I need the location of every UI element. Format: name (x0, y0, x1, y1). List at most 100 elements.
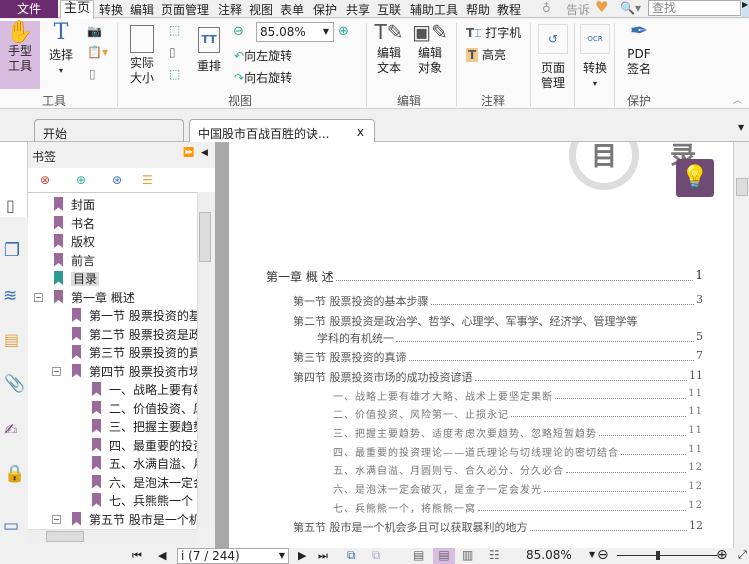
last-page-icon[interactable]: ⏭ (318, 549, 328, 563)
bookmark-vertical-scrollbar[interactable] (197, 192, 212, 529)
lock-icon[interactable]: 🔒 (4, 464, 25, 484)
select-button[interactable]: T 选择 ▾ (44, 22, 78, 78)
zoom-slider-handle[interactable] (656, 551, 660, 560)
status-zoom-in-icon[interactable]: ⊕ (716, 547, 728, 563)
toc-entry[interactable]: 五、水满自溢、月圆则亏、合久必分、分久必合 12 (333, 462, 703, 477)
go-to-bookmark-icon[interactable]: ⊛ (112, 173, 122, 187)
convert-button[interactable]: OCR 转换 ▾ (579, 24, 611, 91)
menu-item[interactable]: 页面管理 (161, 1, 209, 18)
bookmark-item[interactable]: 四、最重要的投资理论 (92, 437, 197, 455)
page-thumbnail-icon[interactable]: ▯ (6, 196, 15, 215)
zoom-select[interactable]: 85.08% ▼ (256, 22, 334, 42)
next-view-icon[interactable]: ⧉ (372, 548, 381, 563)
snapshot-icon[interactable]: 📷 (87, 24, 102, 38)
actual-size-button[interactable]: 实际 大小 (126, 25, 158, 86)
bookmark-item[interactable]: 书名 (54, 215, 95, 233)
tab-list-dropdown-icon[interactable]: ▼ (738, 123, 744, 132)
menu-item[interactable]: 保护 (313, 1, 337, 18)
search-input[interactable]: 查找 (648, 0, 741, 16)
zoom-dropdown-icon[interactable]: ▼ (589, 550, 595, 559)
fit-width-icon[interactable]: ▯ (169, 45, 176, 59)
bookmark-item[interactable]: 七、兵熊熊一个 (92, 492, 193, 510)
page-number-input[interactable]: i (7 / 244) ▼ (177, 548, 289, 564)
zoom-slider[interactable] (617, 555, 717, 556)
expand-panel-icon[interactable]: ⏩ (183, 148, 194, 158)
reflow-button[interactable]: TT 重排 (194, 27, 224, 74)
menu-item[interactable]: 共享 (346, 1, 370, 18)
bookmark-item[interactable]: − 第四节 股票投资市场的成功 (52, 363, 197, 381)
toc-entry[interactable]: 六、是泡沫一定会破灭，是金子一定会发光 12 (333, 481, 703, 496)
previous-view-icon[interactable]: ⧉ (347, 548, 356, 563)
toc-entry[interactable]: 第五节 股市是一个机会多且可以获取暴利的地方 12 (293, 519, 703, 535)
facing-page-icon[interactable]: ▥ (462, 548, 473, 562)
hint-lightbulb-button[interactable]: 💡 (676, 159, 714, 197)
collapse-ribbon-icon[interactable]: ︿ (733, 93, 742, 106)
toc-entry[interactable]: 第一章 概 述 1 (266, 268, 703, 285)
continuous-page-icon[interactable]: ▤ (433, 548, 455, 564)
bookmark-item[interactable]: 版权 (54, 233, 95, 251)
next-page-icon[interactable]: ▶ (298, 549, 306, 562)
bookmark-item[interactable]: 目录 (54, 270, 100, 288)
toc-entry[interactable]: 七、兵熊熊一个，将熊熊一窝 12 (333, 500, 703, 515)
attachment-icon[interactable]: 📎 (4, 374, 25, 394)
page-manage-button[interactable]: ↺ 页面 管理 (536, 24, 570, 91)
hand-tool-button[interactable]: ✋ 手型 工具 (0, 21, 40, 89)
toc-entry[interactable]: 第四节 股票投资市场的成功投资谚语 11 (293, 369, 703, 385)
clipboard-icon[interactable]: 📋▾ (87, 45, 108, 59)
single-page-icon[interactable]: ▤ (413, 548, 424, 562)
toc-entry[interactable]: 第一节 股票投资的基本步骤 3 (293, 293, 703, 309)
edit-text-button[interactable]: T✎ 编辑 文本 (372, 22, 406, 76)
zoom-in-icon[interactable]: ⊕ (338, 24, 349, 39)
comments-icon[interactable]: ▤ (4, 330, 19, 349)
toc-entry[interactable]: 二、价值投资、风险第一、止损永记 11 (333, 406, 703, 421)
rotate-left-button[interactable]: ↶向左旋转 (234, 47, 292, 64)
menu-item[interactable]: 互联 (377, 1, 401, 18)
bookmark-item[interactable]: 二、价值投资、风险第一 (92, 400, 197, 418)
bookmark-item[interactable]: 第三节 股票投资的真谛 (72, 344, 197, 362)
search-find-icon[interactable]: 🔍▾ (620, 1, 641, 15)
pdf-sign-button[interactable]: ✒ PDF 签名 (620, 21, 658, 77)
zoom-out-icon[interactable]: ⊖ (233, 24, 244, 39)
bookmark-item[interactable]: 五、水满自溢、月圆则亏 (92, 455, 197, 473)
toc-entry[interactable]: 三、把握主要趋势、适度考虑次要趋势、忽略短暂趋势 11 (333, 425, 703, 440)
toc-entry[interactable]: 第二节 股票投资是政治学、哲学、心理学、军事学、经济学、管理学等 (293, 313, 703, 329)
rotate-right-button[interactable]: ↷向右旋转 (234, 69, 292, 86)
bookmark-item[interactable]: 三、把握主要趋势 (92, 418, 197, 436)
pages-icon[interactable]: ❐ (4, 240, 20, 261)
menu-file[interactable]: 文件 (0, 0, 58, 18)
collapse-node-icon[interactable]: − (52, 366, 61, 376)
menu-item[interactable]: 辅助工具 (410, 1, 458, 18)
tell-me[interactable]: 告诉 (566, 1, 590, 18)
menu-item[interactable]: 转换 (99, 1, 123, 18)
signature-icon[interactable]: ✍ (4, 420, 17, 439)
highlight-button[interactable]: T 高亮 (466, 46, 506, 63)
bookmark-options-icon[interactable]: ☰ (142, 173, 153, 187)
add-bookmark-icon[interactable]: ⊕ (76, 173, 86, 187)
menu-item[interactable]: 视图 (249, 1, 273, 18)
menu-item[interactable]: 表单 (280, 1, 304, 18)
toc-entry[interactable]: 一、战略上要有雄才大略、战术上要坚定果断 11 (333, 388, 703, 403)
layers-icon[interactable]: ≋ (3, 286, 17, 306)
close-tab-icon[interactable]: x (357, 125, 364, 139)
lightbulb-icon[interactable]: ♁ (542, 1, 551, 15)
menu-home[interactable]: 主页 (60, 0, 95, 19)
collapse-node-icon[interactable]: − (52, 514, 61, 524)
fit-page-icon[interactable]: ⬚ (169, 23, 180, 37)
edit-object-button[interactable]: ▣✎ 编辑 对象 (412, 22, 448, 76)
continuous-facing-icon[interactable]: ☷ (489, 548, 500, 562)
status-zoom-value[interactable]: 85.08% (526, 548, 572, 562)
bookmark-item[interactable]: 封面 (54, 196, 95, 214)
fullscreen-icon[interactable]: ⤢ (738, 548, 747, 562)
menu-item[interactable]: 教程 (497, 1, 521, 18)
first-page-icon[interactable]: ⏮ (132, 549, 142, 563)
collapse-node-icon[interactable]: − (34, 292, 43, 302)
bookmark-item[interactable]: 第一节 股票投资的基本步骤 (72, 307, 197, 325)
typewriter-button[interactable]: T⌶ 打字机 (466, 24, 521, 41)
bookmark-item[interactable]: 前言 (54, 252, 95, 270)
toc-entry[interactable]: 四、最重要的投资理论——道氏理论与切线理论的密切结合 11 (333, 444, 703, 459)
bookmark-page-icon[interactable]: ▯ (89, 67, 96, 81)
bookmark-item[interactable]: 第二节 股票投资是政治学 (72, 326, 197, 344)
heart-icon[interactable]: ♥ (595, 0, 608, 16)
menu-item[interactable]: 注释 (218, 1, 242, 18)
tab-document[interactable]: 中国股市百战百胜的诀... x (189, 119, 375, 143)
